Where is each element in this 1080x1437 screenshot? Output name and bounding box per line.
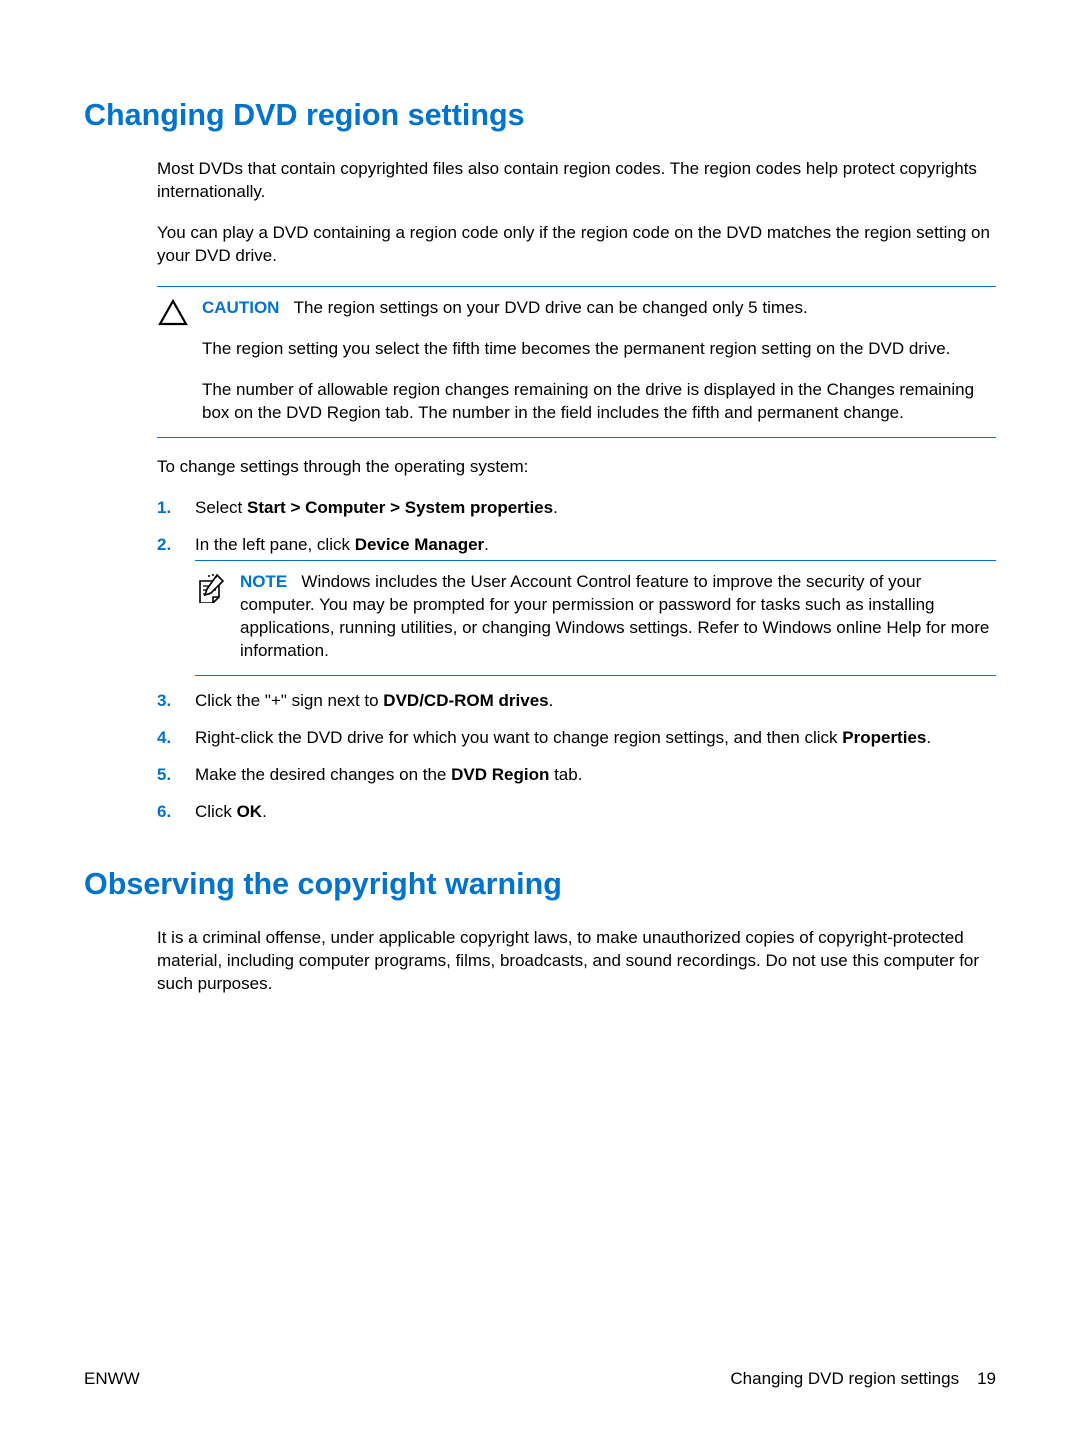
section1-body2: To change settings through the operating… xyxy=(157,456,996,479)
page-number: 19 xyxy=(977,1368,996,1391)
caution-text-1: The region settings on your DVD drive ca… xyxy=(294,298,808,317)
caution-callout: CAUTION The region settings on your DVD … xyxy=(157,286,996,438)
step-pre: In the left pane, click xyxy=(195,535,355,554)
step-bold: Device Manager xyxy=(355,535,484,554)
section-heading-2: Observing the copyright warning xyxy=(84,864,996,905)
steps-list: Select Start > Computer > System propert… xyxy=(157,497,996,824)
note-line: NOTE Windows includes the User Account C… xyxy=(240,571,996,663)
note-content: NOTE Windows includes the User Account C… xyxy=(240,571,996,663)
step-pre: Click xyxy=(195,802,237,821)
footer-right: Changing DVD region settings 19 xyxy=(730,1368,996,1391)
step-bold: Properties xyxy=(842,728,926,747)
caution-line-2: The region setting you select the fifth … xyxy=(202,338,996,361)
step-post: tab. xyxy=(549,765,582,784)
caution-icon xyxy=(157,297,189,326)
section1-body: Most DVDs that contain copyrighted files… xyxy=(157,158,996,268)
paragraph: You can play a DVD containing a region c… xyxy=(157,222,996,268)
caution-content: CAUTION The region settings on your DVD … xyxy=(202,297,996,425)
step-pre: Select xyxy=(195,498,247,517)
note-icon xyxy=(195,571,227,603)
step-post: . xyxy=(553,498,558,517)
step-item-4: Right-click the DVD drive for which you … xyxy=(157,727,996,750)
document-page: Changing DVD region settings Most DVDs t… xyxy=(0,0,1080,996)
step-bold: DVD/CD-ROM drives xyxy=(383,691,548,710)
paragraph: Most DVDs that contain copyrighted files… xyxy=(157,158,996,204)
step-bold: OK xyxy=(237,802,263,821)
step-pre: Click the "+" sign next to xyxy=(195,691,383,710)
step-item-2: In the left pane, click Device Manager. xyxy=(157,534,996,677)
paragraph: To change settings through the operating… xyxy=(157,456,996,479)
step-bold: DVD Region xyxy=(451,765,549,784)
step-post: . xyxy=(484,535,489,554)
caution-line-1: CAUTION The region settings on your DVD … xyxy=(202,297,996,320)
note-label: NOTE xyxy=(240,572,287,591)
note-text: Windows includes the User Account Contro… xyxy=(240,572,989,660)
step-bold: Start > Computer > System properties xyxy=(247,498,553,517)
caution-label: CAUTION xyxy=(202,298,279,317)
step-item-1: Select Start > Computer > System propert… xyxy=(157,497,996,520)
footer-left: ENWW xyxy=(84,1368,140,1391)
step-item-6: Click OK. xyxy=(157,801,996,824)
paragraph: It is a criminal offense, under applicab… xyxy=(157,927,996,996)
caution-line-3: The number of allowable region changes r… xyxy=(202,379,996,425)
note-callout: NOTE Windows includes the User Account C… xyxy=(195,560,996,676)
step-pre: Make the desired changes on the xyxy=(195,765,451,784)
step-item-3: Click the "+" sign next to DVD/CD-ROM dr… xyxy=(157,690,996,713)
step-post: . xyxy=(926,728,931,747)
section2-body: It is a criminal offense, under applicab… xyxy=(157,927,996,996)
step-pre: Right-click the DVD drive for which you … xyxy=(195,728,842,747)
step-item-5: Make the desired changes on the DVD Regi… xyxy=(157,764,996,787)
step-post: . xyxy=(262,802,267,821)
step-post: . xyxy=(549,691,554,710)
footer-section-title: Changing DVD region settings xyxy=(730,1368,959,1391)
page-footer: ENWW Changing DVD region settings 19 xyxy=(84,1368,996,1391)
section-heading-1: Changing DVD region settings xyxy=(84,95,996,136)
